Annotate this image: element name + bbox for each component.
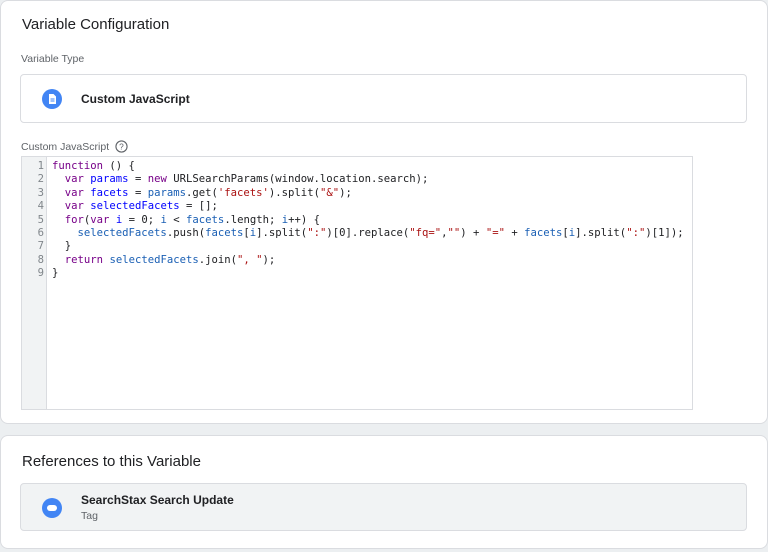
variable-type-name: Custom JavaScript xyxy=(81,92,190,106)
variable-type-label: Variable Type xyxy=(21,53,85,65)
code-line: 2 var params = new URLSearchParams(windo… xyxy=(37,173,429,186)
document-icon xyxy=(42,89,62,109)
references-title: References to this Variable xyxy=(22,453,201,470)
svg-text:?: ? xyxy=(119,141,124,151)
code-label-text: Custom JavaScript xyxy=(21,140,110,153)
code-line: 1 function () { xyxy=(37,160,135,172)
code-line: 6 selectedFacets.push(facets[i].split(":… xyxy=(37,226,684,239)
variable-type-selector[interactable]: Custom JavaScript xyxy=(20,74,747,123)
code-line: 9} xyxy=(37,267,59,280)
code-line: 8 return selectedFacets.join(", "); xyxy=(37,253,276,266)
custom-javascript-label: Custom JavaScript ? xyxy=(21,140,128,153)
card-title: Variable Configuration xyxy=(22,16,170,33)
code-line: 3 var facets = params.get('facets').spli… xyxy=(37,186,352,199)
tag-icon xyxy=(42,498,62,518)
reference-name: SearchStax Search Update xyxy=(81,493,234,507)
reference-kind: Tag xyxy=(81,510,98,522)
code-line: 5 for(var i = 0; i < facets.length; i++)… xyxy=(37,213,320,226)
help-circle-icon[interactable]: ? xyxy=(115,140,128,153)
code-line: 4 var selectedFacets = []; xyxy=(37,200,218,213)
code-line: 7 } xyxy=(37,240,72,253)
reference-item[interactable]: SearchStax Search Update Tag xyxy=(20,483,747,531)
code-editor[interactable]: 1 function () { 2 var params = new URLSea… xyxy=(21,156,693,410)
code-lines: 1 function () { 2 var params = new URLSea… xyxy=(22,160,692,281)
